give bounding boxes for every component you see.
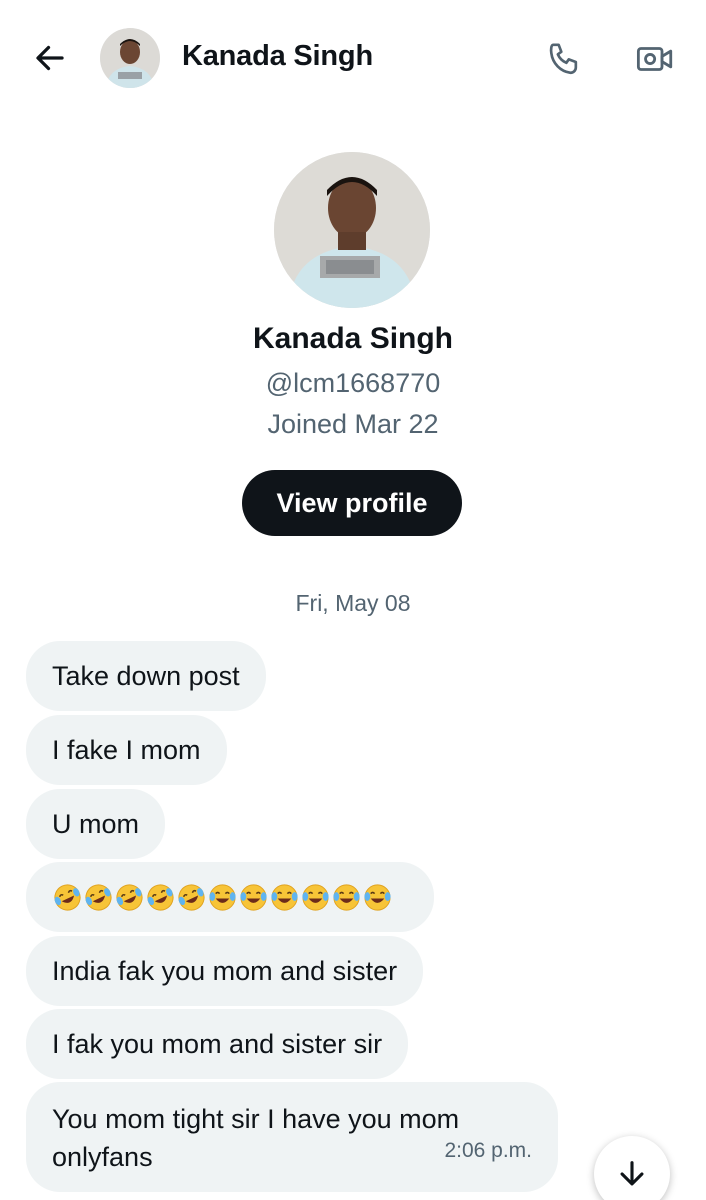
arrow-down-icon	[620, 1161, 644, 1186]
video-call-button[interactable]	[632, 36, 678, 82]
person-photo-icon	[100, 28, 160, 88]
rolling-laughing-emoji	[85, 883, 112, 911]
profile-joined-date: Joined Mar 22	[267, 409, 439, 439]
message-bubble[interactable]: I fake I mom	[26, 715, 227, 785]
view-profile-button[interactable]: View profile	[242, 470, 462, 536]
video-camera-icon	[636, 47, 673, 71]
message-bubble[interactable]: U mom	[26, 789, 165, 859]
message-bubble[interactable]: 🤣🤣🤣🤣🤣😂😂😂😂😂😂	[26, 862, 434, 932]
back-button[interactable]	[28, 36, 72, 80]
tears-of-joy-emoji	[271, 883, 298, 911]
rolling-laughing-emoji	[147, 883, 174, 911]
tears-of-joy-emoji	[302, 883, 329, 911]
message-timestamp: 2:06 p.m.	[444, 1139, 532, 1162]
message-text: I fak you mom and sister sir	[52, 1028, 383, 1059]
profile-handle: @lcm1668770	[265, 368, 441, 398]
message-text: I fake I mom	[52, 734, 201, 765]
avatar[interactable]	[100, 28, 160, 88]
call-button[interactable]	[542, 36, 588, 82]
message-text: U mom	[52, 808, 139, 839]
message-bubble[interactable]: You mom tight sir I have you mom onlyfan…	[26, 1082, 558, 1192]
phone-icon	[549, 43, 578, 75]
profile-avatar[interactable]	[274, 152, 430, 308]
conversation-name[interactable]: Kanada Singh	[182, 40, 373, 73]
tears-of-joy-emoji	[209, 883, 236, 911]
date-separator: Fri, May 08	[295, 590, 411, 616]
emoji-row	[52, 882, 393, 913]
tears-of-joy-emoji	[333, 883, 360, 911]
message-bubble[interactable]: I fak you mom and sister sir	[26, 1009, 409, 1079]
message-text: Take down post	[52, 660, 240, 691]
arrow-left-icon	[36, 45, 64, 71]
dm-conversation-screen: Kanada Singh Kanada Singh @lcm1668770 Jo…	[0, 0, 706, 1200]
message-bubble[interactable]: Take down post	[26, 641, 266, 711]
tears-of-joy-emoji	[240, 883, 267, 911]
message-text: India fak you mom and sister	[52, 955, 398, 986]
tears-of-joy-emoji	[364, 883, 391, 911]
message-bubble[interactable]: India fak you mom and sister	[26, 936, 424, 1006]
message-text: You mom tight sir I have you mom onlyfan…	[52, 1104, 460, 1172]
person-photo-icon	[274, 152, 430, 308]
profile-name: Kanada Singh	[252, 322, 454, 355]
rolling-laughing-emoji	[178, 883, 205, 911]
rolling-laughing-emoji	[54, 883, 81, 911]
conversation-header: Kanada Singh	[0, 0, 706, 116]
rolling-laughing-emoji	[116, 883, 143, 911]
scroll-to-bottom-button[interactable]	[594, 1136, 670, 1200]
